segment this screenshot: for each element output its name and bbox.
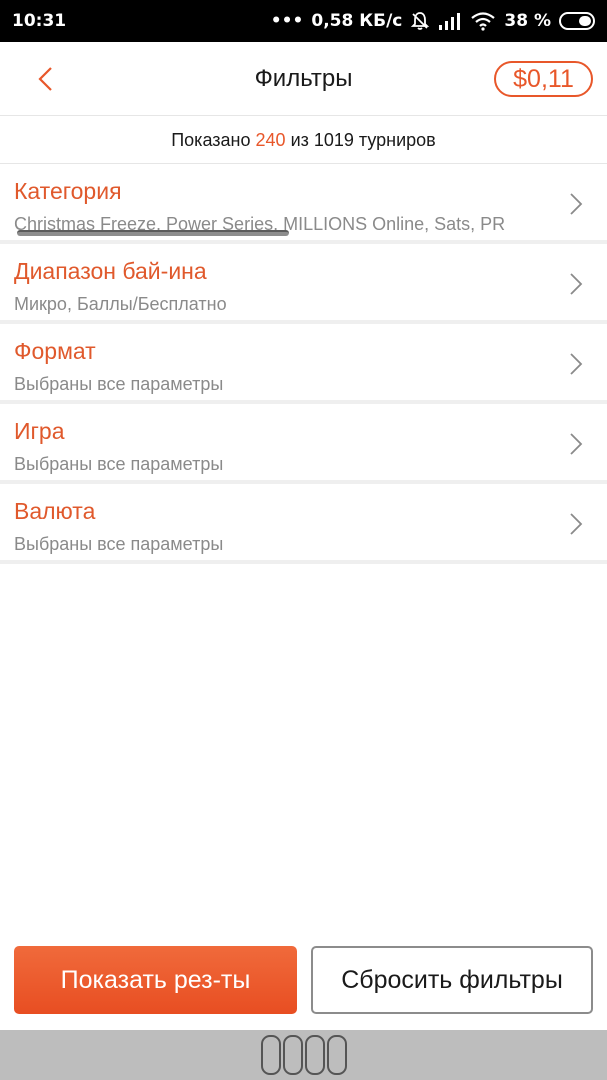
chevron-right-icon xyxy=(570,353,583,375)
filter-value: Выбраны все параметры xyxy=(14,374,224,394)
filter-list: Категория Christmas Freeze, Power Series… xyxy=(0,164,607,564)
filter-value: Микро, Баллы/Бесплатно xyxy=(14,294,227,314)
chevron-right-icon xyxy=(570,433,583,455)
shown-count: 240 xyxy=(255,130,286,150)
summary-total: из 1019 турниров xyxy=(290,130,436,150)
filter-item-currency[interactable]: Валюта Выбраны все параметры xyxy=(0,484,607,564)
signal-icon xyxy=(439,13,461,30)
chevron-right-icon xyxy=(570,273,583,295)
results-summary: Показано 240 из 1019 турниров xyxy=(0,116,607,164)
filter-title: Категория xyxy=(14,178,122,204)
filter-item-category[interactable]: Категория Christmas Freeze, Power Series… xyxy=(0,164,607,244)
reset-filters-button[interactable]: Сбросить фильтры xyxy=(311,946,593,1014)
summary-prefix: Показано xyxy=(171,130,251,150)
mute-bell-icon xyxy=(411,12,430,30)
chevron-right-icon xyxy=(570,193,583,215)
filter-title: Диапазон бай-ина xyxy=(14,258,207,284)
filters-screen: 10:31 ••• 0,58 КБ/с 38 % Фильтры $0,11 П… xyxy=(0,0,607,1080)
status-indicators: ••• 0,58 КБ/с 38 % xyxy=(271,11,595,31)
show-results-button[interactable]: Показать рез-ты xyxy=(14,946,297,1014)
chevron-right-icon xyxy=(570,513,583,535)
filter-title: Валюта xyxy=(14,498,96,524)
header: Фильтры $0,11 xyxy=(0,42,607,116)
battery-percent: 38 % xyxy=(504,11,551,31)
filter-item-buyin-range[interactable]: Диапазон бай-ина Микро, Баллы/Бесплатно xyxy=(0,244,607,324)
filter-item-format[interactable]: Формат Выбраны все параметры xyxy=(0,324,607,404)
balance-badge[interactable]: $0,11 xyxy=(494,61,593,97)
filter-title: Игра xyxy=(14,418,65,444)
filter-item-game[interactable]: Игра Выбраны все параметры xyxy=(0,404,607,484)
system-nav-bar xyxy=(0,1030,607,1080)
home-handle-icon[interactable] xyxy=(260,1035,347,1075)
scroll-indicator xyxy=(17,230,289,236)
network-speed: 0,58 КБ/с xyxy=(311,11,403,31)
filter-value: Выбраны все параметры xyxy=(14,534,224,554)
dots-icon: ••• xyxy=(270,11,304,31)
battery-icon xyxy=(559,12,595,30)
status-time: 10:31 xyxy=(12,11,67,31)
wifi-icon xyxy=(471,12,496,31)
status-bar: 10:31 ••• 0,58 КБ/с 38 % xyxy=(0,0,607,42)
filter-title: Формат xyxy=(14,338,96,364)
filter-value: Выбраны все параметры xyxy=(14,454,224,474)
